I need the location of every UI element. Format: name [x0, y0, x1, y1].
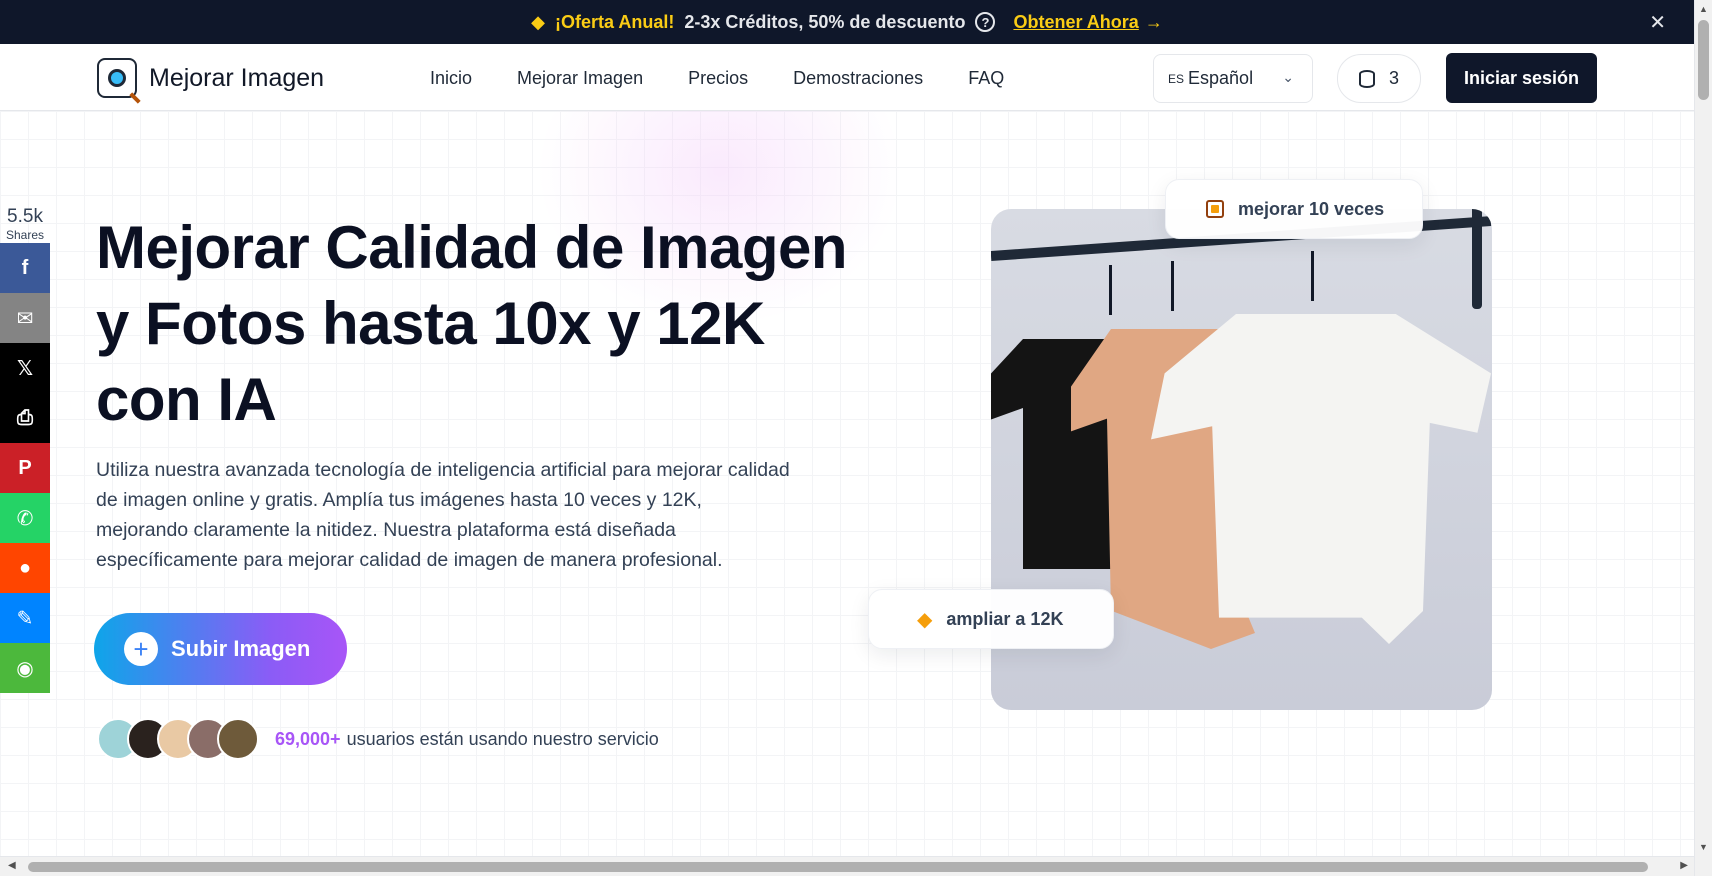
nav-item-demostraciones[interactable]: Demostraciones	[793, 68, 923, 89]
whatsapp-icon: ✆	[16, 507, 34, 530]
hero-title: Mejorar Calidad de Imagen y Fotos hasta …	[96, 214, 848, 433]
share-count: 5.5k	[7, 206, 43, 227]
badge-enhance: mejorar 10 veces	[1165, 179, 1423, 239]
promo-cta-link[interactable]: Obtener Ahora	[1013, 12, 1138, 33]
main-nav: Inicio Mejorar Imagen Precios Demostraci…	[430, 68, 1004, 89]
vertical-scroll-thumb[interactable]	[1698, 20, 1709, 100]
hanger	[1171, 261, 1174, 311]
share-button-messenger[interactable]: ✎	[0, 593, 50, 643]
share-button-print[interactable]: ⎙	[0, 393, 50, 443]
pinterest-icon: P	[18, 456, 32, 479]
horizontal-scrollbar[interactable]: ◀ ▶	[0, 856, 1694, 876]
share-button-facebook[interactable]: f	[0, 243, 50, 293]
scroll-up-icon[interactable]: ▲	[1699, 4, 1708, 14]
messenger-icon: ✎	[16, 607, 34, 630]
users-count: 69,000+	[275, 728, 341, 749]
wechat-icon: ◉	[16, 657, 34, 680]
promo-banner: ◆ ¡Oferta Anual! 2-3x Créditos, 50% de d…	[0, 0, 1694, 44]
avatar	[217, 718, 259, 760]
gem-icon: ◆	[917, 608, 933, 631]
share-label: Shares	[5, 228, 45, 242]
credits-badge[interactable]: 3	[1337, 54, 1421, 103]
vertical-scrollbar[interactable]: ▲ ▼	[1694, 0, 1712, 876]
language-label: Español	[1188, 68, 1254, 88]
plus-icon: +	[124, 632, 158, 666]
users-proof: 69,000+ usuarios están usando nuestro ser…	[97, 718, 659, 760]
logo[interactable]: Mejorar Imagen	[97, 58, 325, 104]
promo-description: 2-3x Créditos, 50% de descuento	[684, 11, 966, 32]
nav-item-mejorar-imagen[interactable]: Mejorar Imagen	[517, 68, 643, 89]
hanger	[1109, 265, 1112, 315]
language-select[interactable]: ES Español ⌄	[1153, 54, 1313, 103]
users-caption: usuarios están usando nuestro servicio	[346, 728, 659, 749]
users-text: 69,000+ usuarios están usando nuestro ser…	[275, 729, 659, 750]
share-button-whatsapp[interactable]: ✆	[0, 493, 50, 543]
share-button-email[interactable]: ✉	[0, 293, 50, 343]
reddit-icon: ●	[18, 556, 32, 579]
share-button-x[interactable]: 𝕏	[0, 343, 50, 393]
nav-item-precios[interactable]: Precios	[688, 68, 748, 89]
scroll-right-icon[interactable]: ▶	[1680, 860, 1688, 871]
hanger	[1311, 251, 1314, 301]
email-icon: ✉	[16, 307, 34, 330]
logo-text: Mejorar Imagen	[149, 63, 325, 92]
print-icon: ⎙	[17, 406, 33, 429]
badge-upscale: ◆ ampliar a 12K	[868, 589, 1114, 649]
credits-count: 3	[1388, 68, 1399, 88]
scroll-down-icon[interactable]: ▼	[1699, 842, 1708, 852]
upload-image-button[interactable]: + Subir Imagen	[94, 613, 347, 685]
facebook-icon: f	[21, 256, 29, 279]
tag-icon: ◆	[531, 11, 546, 32]
camera-magnifier-icon	[97, 58, 141, 104]
scan-icon	[1206, 200, 1224, 218]
share-button-pinterest[interactable]: P	[0, 443, 50, 493]
badge-enhance-label: mejorar 10 veces	[1238, 198, 1385, 219]
hero-description: Utiliza nuestra avanzada tecnología de i…	[96, 459, 790, 571]
database-icon	[1358, 69, 1375, 88]
badge-upscale-label: ampliar a 12K	[946, 608, 1064, 629]
share-button-wechat[interactable]: ◉	[0, 643, 50, 693]
horizontal-scroll-thumb[interactable]	[28, 862, 1648, 872]
promo-offer: ¡Oferta Anual!	[555, 11, 675, 32]
share-button-reddit[interactable]: ●	[0, 543, 50, 593]
x-icon: 𝕏	[16, 357, 34, 380]
upload-label: Subir Imagen	[171, 636, 311, 661]
site-header: Mejorar Imagen Inicio Mejorar Imagen Pre…	[0, 44, 1694, 111]
nav-item-inicio[interactable]: Inicio	[430, 68, 472, 89]
share-counter: 5.5k Shares	[5, 206, 45, 242]
help-icon[interactable]: ?	[975, 12, 996, 32]
chevron-down-icon: ⌄	[1282, 69, 1294, 85]
close-icon[interactable]: ✕	[1649, 10, 1666, 35]
avatar-group	[97, 718, 259, 760]
scroll-left-icon[interactable]: ◀	[8, 860, 16, 871]
nav-item-faq[interactable]: FAQ	[968, 68, 1004, 89]
arrow-right-icon: →	[1144, 11, 1163, 32]
login-button[interactable]: Iniciar sesión	[1446, 53, 1597, 103]
language-code: ES	[1168, 71, 1185, 86]
